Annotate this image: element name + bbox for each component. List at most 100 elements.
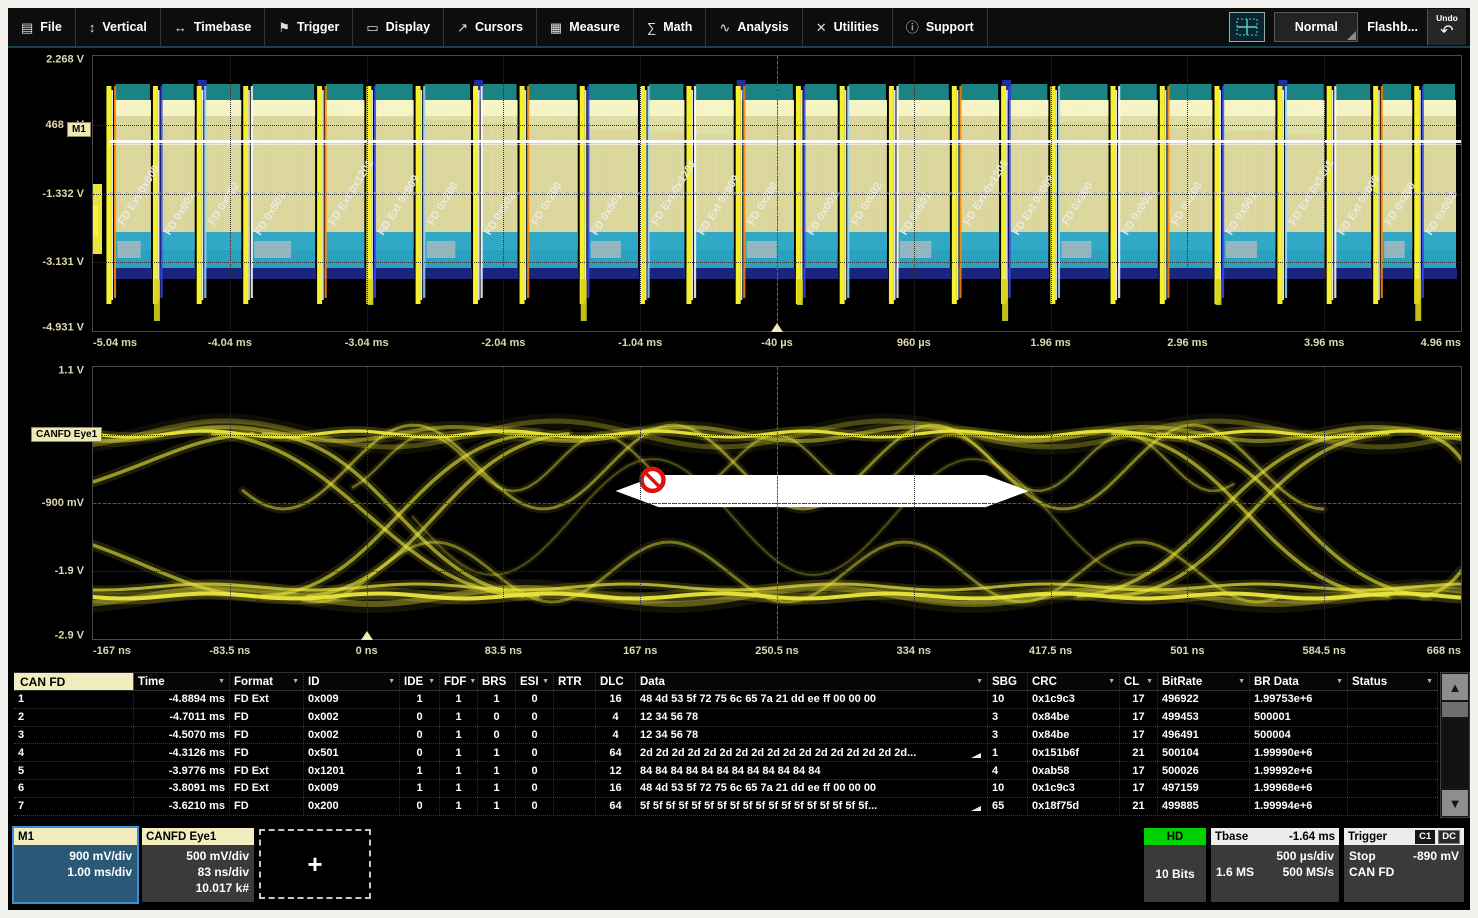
column-header-sbg[interactable]: SBG [988, 673, 1028, 690]
column-header-rtr[interactable]: RTR [554, 673, 596, 690]
expand-row-icon[interactable] [971, 748, 981, 758]
menu-item-math[interactable]: ∑Math [634, 8, 706, 46]
math-icon: ∑ [647, 21, 656, 34]
cell-brs: 1 [478, 780, 516, 797]
gridline [1051, 56, 1052, 331]
cell-data: 48 4d 53 5f 72 75 6c 65 7a 21 dd ee ff 0… [636, 691, 988, 708]
cell-cl: 21 [1120, 798, 1158, 815]
top-graticule[interactable]: FD Ext 0x009FD 0x002FD 0x002FD 0x501FD E… [92, 55, 1462, 332]
channel-badge-eye[interactable]: CANFD Eye1 [31, 427, 102, 442]
table-row[interactable]: 3-4.5070 msFD0x0020100412 34 56 7830x84b… [14, 727, 1438, 745]
column-header-dlc[interactable]: DLC [596, 673, 636, 690]
channel-badge-m1[interactable]: M1 [67, 122, 91, 137]
column-header-format[interactable]: Format▼ [230, 673, 304, 690]
table-row[interactable]: 5-3.9776 msFD Ext0x120111101284 84 84 84… [14, 762, 1438, 780]
x-axis-tick: -5.04 ms [93, 337, 137, 349]
menu-item-support[interactable]: ⓘSupport [893, 8, 988, 46]
cell-time: -3.9776 ms [134, 762, 230, 779]
x-axis-tick: 584.5 ns [1302, 645, 1345, 657]
cell-status [1348, 762, 1438, 779]
column-header-fdf[interactable]: FDF▼ [440, 673, 478, 690]
descriptor-m1[interactable]: M1 900 mV/div 1.00 ms/div [14, 828, 137, 902]
menu-item-measure[interactable]: ▦Measure [537, 8, 634, 46]
column-header-id[interactable]: ID▼ [304, 673, 400, 690]
cell-bitrate: 497159 [1158, 780, 1250, 797]
table-row[interactable]: 6-3.8091 msFD Ext0x00911101648 4d 53 5f … [14, 780, 1438, 798]
eye-settings: 500 mV/div 83 ns/div 10.017 k# [142, 845, 254, 902]
cell-bitrate: 496922 [1158, 691, 1250, 708]
trigger-settings: Stop -890 mV CAN FD [1344, 845, 1464, 902]
column-header-data[interactable]: Data▼ [636, 673, 988, 690]
cell-time: -4.5070 ms [134, 727, 230, 744]
table-row[interactable]: 7-3.6210 msFD0x2000110645f 5f 5f 5f 5f 5… [14, 798, 1438, 816]
y-axis-tick: 1.1 V [58, 365, 84, 377]
menu-item-vertical[interactable]: ↕Vertical [76, 8, 161, 46]
add-trace-button[interactable]: + [259, 829, 371, 899]
column-header-time[interactable]: Time▼ [134, 673, 230, 690]
descriptor-timebase[interactable]: Tbase -1.64 ms 500 µs/div 1.6 MS 500 MS/… [1211, 828, 1339, 902]
descriptor-eye[interactable]: CANFD Eye1 500 mV/div 83 ns/div 10.017 k… [142, 828, 254, 902]
column-header-ide[interactable]: IDE▼ [400, 673, 440, 690]
cell-sbg: 1 [988, 744, 1028, 761]
descriptor-hd[interactable]: HD 10 Bits [1144, 828, 1206, 902]
menu-item-timebase[interactable]: ↔Timebase [161, 8, 265, 46]
x-axis-tick: 417.5 ns [1029, 645, 1072, 657]
cell-rtr [554, 744, 596, 761]
cell-id: 0x501 [304, 744, 400, 761]
display-grid-button[interactable] [1229, 12, 1265, 42]
column-header-status[interactable]: Status▼ [1348, 673, 1438, 690]
cell-format: FD Ext [230, 691, 304, 708]
eye-title: CANFD Eye1 [142, 828, 254, 845]
scroll-up-button[interactable]: ▲ [1442, 674, 1468, 700]
table-row[interactable]: 4-4.3126 msFD0x5010110642d 2d 2d 2d 2d 2… [14, 744, 1438, 762]
cell-dlc: 4 [596, 727, 636, 744]
expand-row-icon[interactable] [971, 801, 981, 811]
gridline [367, 56, 368, 331]
menu-item-utilities[interactable]: ✕Utilities [803, 8, 893, 46]
display-mode-button[interactable]: Normal [1274, 12, 1358, 42]
m1-settings: 900 mV/div 1.00 ms/div [14, 845, 137, 902]
menu-item-label: Analysis [737, 20, 788, 34]
scroll-track[interactable] [1442, 719, 1468, 788]
sort-arrow-icon: ▼ [1105, 678, 1115, 685]
menu-item-cursors[interactable]: ↗Cursors [444, 8, 537, 46]
column-header-bitrate[interactable]: BitRate▼ [1158, 673, 1250, 690]
cell-time: -4.7011 ms [134, 709, 230, 726]
table-body: 1-4.8894 msFD Ext0x00911101648 4d 53 5f … [14, 691, 1470, 816]
cell-brs: 1 [478, 798, 516, 815]
descriptor-bar: M1 900 mV/div 1.00 ms/div CANFD Eye1 500… [14, 828, 1464, 908]
menu-item-display[interactable]: ▭Display [353, 8, 444, 46]
menu-item-trigger[interactable]: ⚑Trigger [265, 8, 353, 46]
scroll-thumb[interactable] [1442, 702, 1468, 717]
descriptor-trigger[interactable]: Trigger C1 DC Stop -890 mV CAN FD [1344, 828, 1464, 902]
table-row[interactable]: 2-4.7011 msFD0x0020100412 34 56 7830x84b… [14, 709, 1438, 727]
cell-fdf: 1 [440, 780, 478, 797]
cell-dlc: 16 [596, 691, 636, 708]
table-row[interactable]: 1-4.8894 msFD Ext0x00911101648 4d 53 5f … [14, 691, 1438, 709]
flashback-label[interactable]: Flashb... [1367, 20, 1418, 34]
column-header-esi[interactable]: ESI▼ [516, 673, 554, 690]
scroll-down-button[interactable]: ▼ [1442, 790, 1468, 816]
column-header-cl[interactable]: CL▼ [1120, 673, 1158, 690]
grid-crosshair-icon [1236, 18, 1258, 36]
cell-dlc: 64 [596, 744, 636, 761]
column-header-br-data[interactable]: BR Data▼ [1250, 673, 1348, 690]
menu-item-analysis[interactable]: ∿Analysis [706, 8, 802, 46]
table-scrollbar[interactable]: ▲ ▼ [1440, 672, 1470, 818]
sort-arrow-icon: ▼ [1235, 678, 1245, 685]
y-axis-tick: -4.931 V [42, 321, 84, 333]
cell-sbg: 3 [988, 727, 1028, 744]
undo-button[interactable]: Undo ↶ [1427, 9, 1466, 45]
column-header-brs[interactable]: BRS [478, 673, 516, 690]
eye-graticule[interactable]: CANFD Eye1 1.1 V-900 mV-1.9 V-2.9 V-167 … [92, 366, 1462, 640]
x-axis-tick: -83.5 ns [209, 645, 250, 657]
cell-data: 48 4d 53 5f 72 75 6c 65 7a 21 dd ee ff 0… [636, 780, 988, 797]
table-corner-label[interactable]: CAN FD [14, 673, 134, 690]
measure-icon: ▦ [550, 21, 562, 34]
column-header-crc[interactable]: CRC▼ [1028, 673, 1120, 690]
cell-bitrate: 496491 [1158, 727, 1250, 744]
cell-cl: 21 [1120, 744, 1158, 761]
menu-item-file[interactable]: ▤File [8, 8, 76, 46]
m1-title: M1 [14, 828, 137, 845]
x-axis-tick: 960 µs [897, 337, 931, 349]
